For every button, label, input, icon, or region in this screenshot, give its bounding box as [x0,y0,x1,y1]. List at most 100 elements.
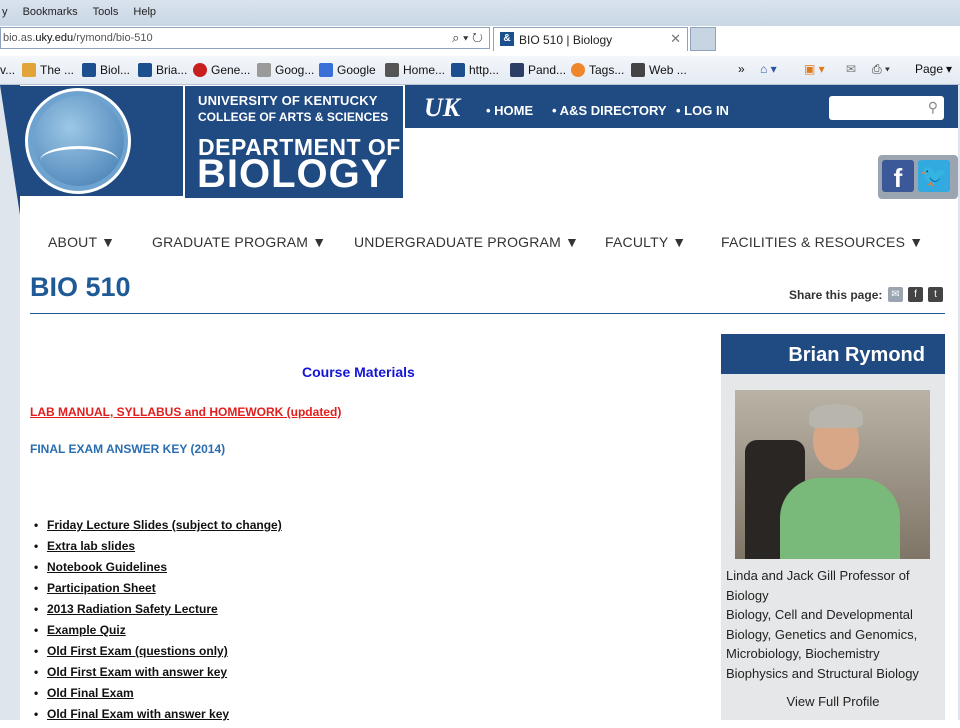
bullet: • [34,644,39,658]
facebook-icon[interactable]: f [882,160,914,193]
profile-name-header: Brian Rymond [721,334,945,374]
profile-photo[interactable] [735,390,930,559]
favorite-item[interactable]: Bria... [138,63,187,77]
favorite-item[interactable]: Gene... [193,63,250,77]
list-item: • Friday Lecture Slides (subject to chang… [30,518,282,539]
favorites-more-icon[interactable]: » [738,62,745,76]
bullet: • [34,539,39,553]
address-bar[interactable]: bio.as.uky.edu/rymond/bio-510 ⌕ ▾ ↻ [0,27,490,49]
profile-description: Linda and Jack Gill Professor of Biology… [726,566,942,684]
nav-facilities-resources[interactable]: FACILITIES & RESOURCES ▼ [721,234,923,250]
search-icon[interactable]: ⚲ [928,99,938,116]
university-name: UNIVERSITY OF KENTUCKY [198,93,378,108]
ampersand-icon [451,63,465,77]
nav-graduate-program[interactable]: GRADUATE PROGRAM ▼ [152,234,326,250]
department-logo[interactable] [20,86,183,196]
favorite-item[interactable]: Web ... [631,63,687,77]
home-icon[interactable]: ⌂ ▾ [760,62,777,76]
ampersand-favicon-icon: & [500,32,514,46]
profile-line: Biophysics and Structural Biology [726,665,919,681]
list-item: • Notebook Guidelines [30,560,282,581]
browser-menu-bar: y Bookmarks Tools Help [0,0,960,26]
title-divider [30,313,945,314]
favorite-item[interactable]: Biol... [82,63,130,77]
bullet: • [34,707,39,721]
top-nav-home[interactable]: • HOME [486,103,533,118]
feed-icon[interactable]: ▣ ▾ [804,62,825,76]
menu-tools[interactable]: Tools [93,6,119,18]
page-icon [257,63,271,77]
course-link[interactable]: Extra lab slides [47,539,135,553]
course-link[interactable]: Participation Sheet [47,581,156,595]
menu-item[interactable]: y [2,6,8,18]
tags-icon [571,63,585,77]
bullet: • [34,686,39,700]
top-nav-directory[interactable]: • A&S DIRECTORY [552,103,667,118]
department-title: BIOLOGY [197,152,389,196]
course-links-list: • Friday Lecture Slides (subject to chang… [30,518,282,728]
twitter-icon[interactable]: 🐦 [918,160,950,192]
list-item: • Example Quiz [30,623,282,644]
favorite-item[interactable]: Home... [385,63,445,77]
course-link[interactable]: Old First Exam (questions only) [47,644,228,658]
swirl-icon [385,63,399,77]
address-controls[interactable]: ⌕ ▾ ↻ [452,30,483,46]
bullet: • [34,623,39,637]
tab-close-icon[interactable]: ✕ [670,31,681,47]
nav-about[interactable]: ABOUT ▼ [48,234,115,250]
email-share-icon[interactable]: ✉ [888,287,903,302]
list-item: • Old First Exam with answer key [30,665,282,686]
address-url[interactable]: bio.as.uky.edu/rymond/bio-510 [3,32,153,44]
flower-icon [22,63,36,77]
course-link[interactable]: 2013 Radiation Safety Lecture [47,602,218,616]
favorite-item[interactable]: Google [319,63,376,77]
lab-manual-link[interactable]: LAB MANUAL, SYLLABUS and HOMEWORK (updat… [30,405,341,419]
chevron-down-icon[interactable]: ▾ [946,62,952,76]
course-link[interactable]: Notebook Guidelines [47,560,167,574]
faculty-profile-card: Brian Rymond Linda and Jack Gill Profess… [721,334,945,720]
favorite-item[interactable]: The ... [22,63,74,77]
favorite-item[interactable]: http... [451,63,499,77]
course-link[interactable]: Old Final Exam [47,686,134,700]
uk-logo[interactable]: UK [424,93,460,123]
new-tab-button[interactable] [690,27,716,51]
favorite-item[interactable]: Tags... [571,63,624,77]
list-item: • Participation Sheet [30,581,282,602]
view-full-profile-link[interactable]: View Full Profile [721,694,945,709]
red-blob-icon [193,63,207,77]
profile-name[interactable]: Brian Rymond [788,344,925,367]
page-menu[interactable]: Page [915,62,943,76]
twitter-share-icon[interactable]: t [928,287,943,302]
menu-help[interactable]: Help [133,6,156,18]
facebook-share-icon[interactable]: f [908,287,923,302]
nav-faculty[interactable]: FACULTY ▼ [605,234,686,250]
print-icon[interactable]: ⎙ ▾ [872,62,890,77]
course-materials-heading: Course Materials [302,364,415,380]
search-input[interactable]: ⚲ [829,96,944,120]
list-item: • Extra lab slides [30,539,282,560]
profile-line: Biology, Genetics and Genomics, [726,626,918,642]
favorite-item[interactable]: Pand... [510,63,566,77]
profile-line: Microbiology, Biochemistry [726,646,880,662]
favorite-item[interactable]: Goog... [257,63,314,77]
course-link[interactable]: Friday Lecture Slides (subject to change… [47,518,282,532]
favorite-item[interactable]: v... [0,63,15,77]
bullet: • [34,560,39,574]
course-link[interactable]: Old Final Exam with answer key [47,707,229,721]
top-nav-login[interactable]: • LOG IN [676,103,729,118]
ampersand-icon [82,63,96,77]
course-link[interactable]: Old First Exam with answer key [47,665,227,679]
list-item: • Old First Exam (questions only) [30,644,282,665]
final-exam-key-link[interactable]: FINAL EXAM ANSWER KEY (2014) [30,442,225,456]
browser-tab-active[interactable]: & BIO 510 | Biology ✕ [493,27,688,51]
bullet: • [34,602,39,616]
nav-undergraduate-program[interactable]: UNDERGRADUATE PROGRAM ▼ [354,234,579,250]
mail-icon[interactable]: ✉ [846,62,856,76]
favorites-bar: v... The ... Biol... Bria... Gene... Goo… [0,56,960,85]
profile-line: Biology, Cell and Developmental [726,607,913,623]
department-wordmark[interactable]: UNIVERSITY OF KENTUCKY COLLEGE OF ARTS &… [185,86,403,198]
course-link[interactable]: Example Quiz [47,623,126,637]
pandora-icon [510,63,524,77]
bullet: • [34,581,39,595]
menu-bookmarks[interactable]: Bookmarks [23,6,78,18]
